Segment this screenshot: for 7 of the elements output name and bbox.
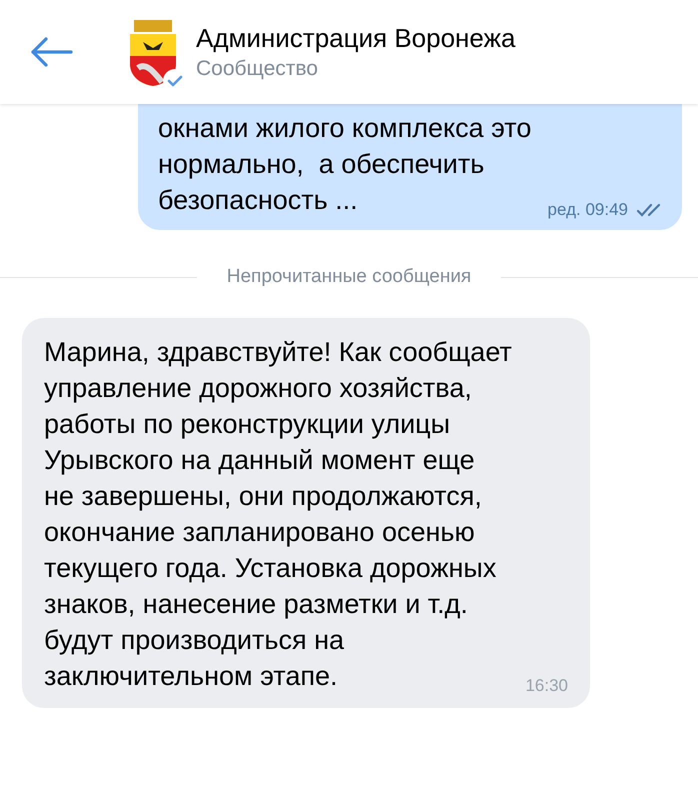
message-time: ред. 09:49 <box>548 200 628 220</box>
chat-subtitle: Сообщество <box>196 57 319 81</box>
message-time: 16:30 <box>525 676 568 696</box>
message-text: окнами жилого комплекса это нормально, а обеспечить безопасность ... <box>158 112 532 217</box>
message-text: Марина, здравствуйте! Как сообщает управление дорожного хозяйства, работы по реконструкции улицы Урывского на данный момент еще не завершены, они продолжаются, окончание запланировано осенью текущего года. Установка дорожных знаков, нанесение разметки и т.д. будут производиться на заключительном этапе. <box>44 336 512 693</box>
chat-title: Администрация Воронежа <box>196 23 516 54</box>
unread-divider-label: Непрочитанные сообщения <box>226 266 472 288</box>
